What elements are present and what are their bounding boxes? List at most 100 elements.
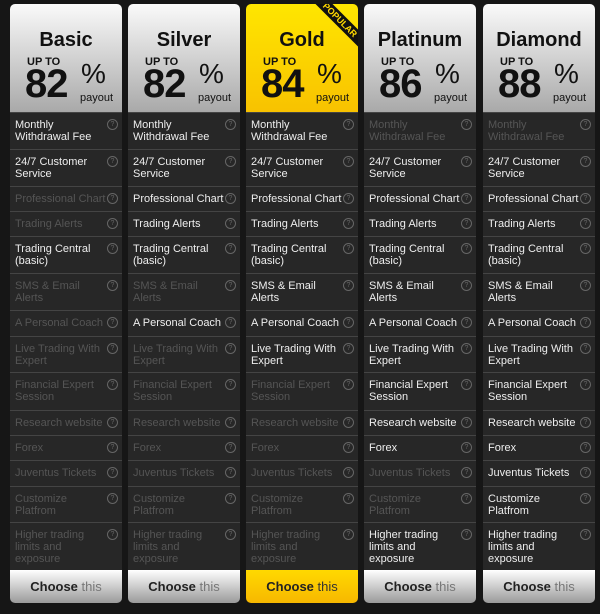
help-icon[interactable]: ? — [461, 467, 472, 478]
help-icon[interactable]: ? — [343, 317, 354, 328]
help-icon[interactable]: ? — [107, 119, 118, 130]
help-icon[interactable]: ? — [107, 379, 118, 390]
choose-button[interactable]: Choose this — [364, 570, 476, 603]
help-icon[interactable]: ? — [580, 280, 591, 291]
this-label: this — [317, 579, 338, 594]
help-icon[interactable]: ? — [461, 493, 472, 504]
help-icon[interactable]: ? — [343, 343, 354, 354]
help-icon[interactable]: ? — [461, 280, 472, 291]
feature-label: Trading Central (basic) — [369, 243, 445, 267]
help-icon[interactable]: ? — [107, 467, 118, 478]
help-icon[interactable]: ? — [343, 529, 354, 540]
feature-row: Trading Central (basic)? — [364, 236, 476, 273]
help-icon[interactable]: ? — [225, 193, 236, 204]
help-icon[interactable]: ? — [461, 343, 472, 354]
feature-label: Customize Platfrom — [15, 493, 67, 517]
help-icon[interactable]: ? — [580, 467, 591, 478]
help-icon[interactable]: ? — [580, 156, 591, 167]
help-icon[interactable]: ? — [461, 529, 472, 540]
help-icon[interactable]: ? — [107, 529, 118, 540]
help-icon[interactable]: ? — [107, 218, 118, 229]
feature-row: Live Trading With Expert? — [10, 336, 122, 372]
feature-row: 24/7 Customer Service? — [10, 149, 122, 186]
help-icon[interactable]: ? — [225, 119, 236, 130]
help-icon[interactable]: ? — [107, 193, 118, 204]
feature-row: Customize Platfrom? — [10, 486, 122, 522]
help-icon[interactable]: ? — [107, 243, 118, 254]
help-icon[interactable]: ? — [580, 119, 591, 130]
help-icon[interactable]: ? — [580, 343, 591, 354]
help-icon[interactable]: ? — [225, 243, 236, 254]
help-icon[interactable]: ? — [580, 317, 591, 328]
help-icon[interactable]: ? — [343, 417, 354, 428]
help-icon[interactable]: ? — [343, 442, 354, 453]
feature-label: SMS & Email Alerts — [369, 280, 434, 304]
help-icon[interactable]: ? — [461, 193, 472, 204]
help-icon[interactable]: ? — [461, 442, 472, 453]
help-icon[interactable]: ? — [107, 442, 118, 453]
help-icon[interactable]: ? — [461, 317, 472, 328]
help-icon[interactable]: ? — [461, 156, 472, 167]
help-icon[interactable]: ? — [225, 280, 236, 291]
help-icon[interactable]: ? — [580, 493, 591, 504]
choose-button[interactable]: Choose this — [10, 570, 122, 603]
feature-label: Forex — [488, 442, 517, 454]
help-icon[interactable]: ? — [461, 218, 472, 229]
feature-label: Trading Alerts — [251, 218, 319, 230]
feature-label: Financial Expert Session — [488, 379, 567, 403]
help-icon[interactable]: ? — [343, 493, 354, 504]
help-icon[interactable]: ? — [343, 119, 354, 130]
help-icon[interactable]: ? — [580, 417, 591, 428]
help-icon[interactable]: ? — [225, 218, 236, 229]
payout-label: payout — [198, 92, 232, 104]
choose-button[interactable]: Choose this — [483, 570, 595, 603]
help-icon[interactable]: ? — [107, 493, 118, 504]
help-icon[interactable]: ? — [580, 218, 591, 229]
help-icon[interactable]: ? — [225, 317, 236, 328]
help-icon[interactable]: ? — [107, 280, 118, 291]
help-icon[interactable]: ? — [225, 156, 236, 167]
feature-row: SMS & Email Alerts? — [128, 273, 240, 310]
help-icon[interactable]: ? — [461, 243, 472, 254]
help-icon[interactable]: ? — [343, 156, 354, 167]
feature-label: Professional Chart — [133, 193, 224, 205]
help-icon[interactable]: ? — [107, 156, 118, 167]
help-icon[interactable]: ? — [343, 467, 354, 478]
help-icon[interactable]: ? — [225, 529, 236, 540]
help-icon[interactable]: ? — [461, 417, 472, 428]
choose-button[interactable]: Choose this — [246, 570, 358, 603]
help-icon[interactable]: ? — [225, 343, 236, 354]
help-icon[interactable]: ? — [580, 529, 591, 540]
help-icon[interactable]: ? — [107, 317, 118, 328]
payout-value: 86 — [379, 62, 422, 106]
help-icon[interactable]: ? — [580, 442, 591, 453]
feature-label: A Personal Coach — [369, 317, 458, 329]
feature-label: Monthly Withdrawal Fee — [251, 119, 328, 143]
help-icon[interactable]: ? — [343, 193, 354, 204]
feature-label: Research website — [369, 417, 457, 429]
choose-button[interactable]: Choose this — [128, 570, 240, 603]
help-icon[interactable]: ? — [343, 243, 354, 254]
help-icon[interactable]: ? — [107, 343, 118, 354]
help-icon[interactable]: ? — [225, 493, 236, 504]
help-icon[interactable]: ? — [225, 417, 236, 428]
feature-row: Juventus Tickets? — [364, 460, 476, 486]
feature-row: Trading Alerts? — [128, 211, 240, 236]
help-icon[interactable]: ? — [580, 243, 591, 254]
feature-row: Financial Expert Session? — [364, 372, 476, 410]
help-icon[interactable]: ? — [580, 193, 591, 204]
help-icon[interactable]: ? — [225, 442, 236, 453]
help-icon[interactable]: ? — [343, 218, 354, 229]
feature-label: Trading Alerts — [15, 218, 83, 230]
help-icon[interactable]: ? — [225, 379, 236, 390]
plan-card-basic: Basic UP TO 82 % payout Monthly Withdrawa… — [10, 4, 122, 603]
help-icon[interactable]: ? — [107, 417, 118, 428]
feature-row: Forex? — [128, 435, 240, 460]
help-icon[interactable]: ? — [343, 379, 354, 390]
help-icon[interactable]: ? — [580, 379, 591, 390]
feature-label: Forex — [369, 442, 398, 454]
help-icon[interactable]: ? — [225, 467, 236, 478]
help-icon[interactable]: ? — [461, 379, 472, 390]
help-icon[interactable]: ? — [343, 280, 354, 291]
help-icon[interactable]: ? — [461, 119, 472, 130]
